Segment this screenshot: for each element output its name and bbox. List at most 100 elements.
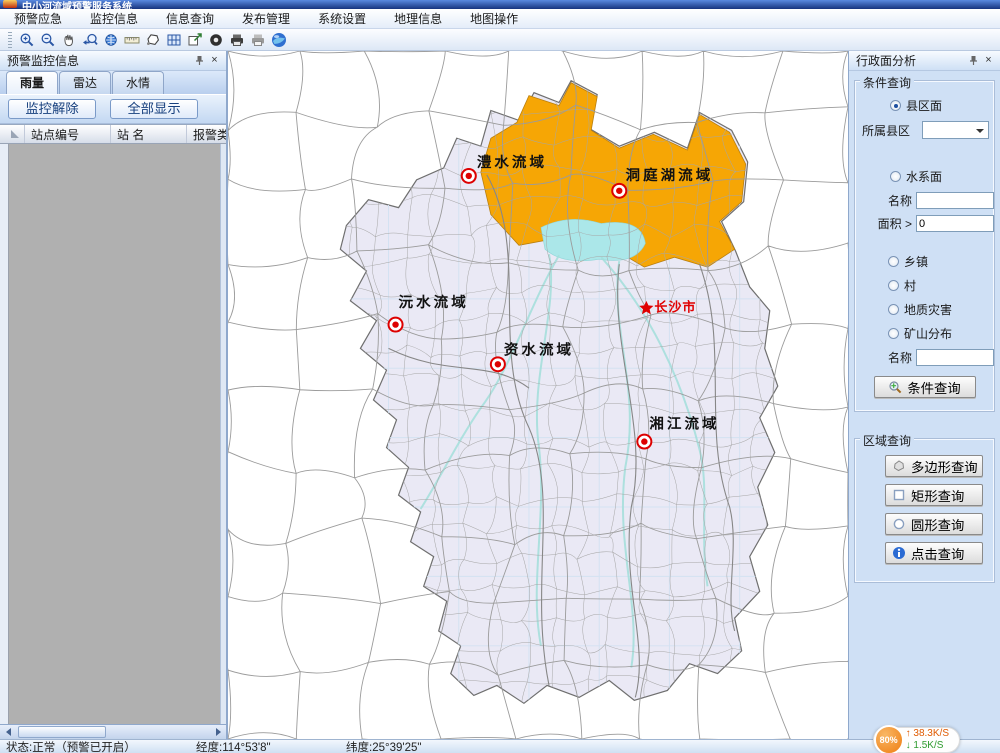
- up-arrow-icon: ↑: [906, 728, 911, 739]
- radio-icon[interactable]: [890, 100, 901, 111]
- station-marker-yuanshui[interactable]: [389, 318, 403, 332]
- water-name-input[interactable]: [916, 192, 994, 209]
- column-header-station-id[interactable]: 站点编号: [25, 125, 111, 143]
- menu-item-info-query[interactable]: 信息查询: [152, 9, 228, 28]
- station-alarm-table: 站点编号 站 名 报警类别: [0, 124, 226, 724]
- station-marker-xiangjiang[interactable]: [637, 435, 651, 449]
- condition-query-button[interactable]: 条件查询: [874, 376, 976, 398]
- radio-icon[interactable]: [888, 256, 899, 267]
- basin-label-zishui: 资水流域: [504, 340, 574, 358]
- menu-item-monitor-info[interactable]: 监控信息: [76, 9, 152, 28]
- row-selector-strip: [0, 144, 9, 724]
- radio-mine-label: 矿山分布: [904, 325, 952, 342]
- web-globe-icon[interactable]: [269, 30, 289, 50]
- nav-globe-icon[interactable]: [101, 30, 121, 50]
- circle-query-button[interactable]: 圆形查询: [885, 513, 983, 535]
- measure-ruler-icon[interactable]: [122, 30, 142, 50]
- radio-icon[interactable]: [888, 280, 899, 291]
- radio-geohazard-label: 地质灾害: [904, 301, 952, 318]
- rectangle-query-button[interactable]: 矩形查询: [885, 484, 983, 506]
- zoom-in-icon[interactable]: [17, 30, 37, 50]
- radio-icon[interactable]: [890, 171, 901, 182]
- pin-icon[interactable]: [192, 54, 207, 68]
- network-speed-widget[interactable]: 80% ↑ 38.3K/S ↓ 1.5K/S: [873, 727, 960, 753]
- latitude-readout: 纬度:25°39'25": [340, 739, 490, 753]
- table-horizontal-scrollbar[interactable]: [0, 724, 226, 739]
- monitor-clear-button[interactable]: 监控解除: [8, 99, 96, 119]
- radio-icon[interactable]: [888, 304, 899, 315]
- admin-analysis-panel: 行政面分析 × 条件查询 县区面 所属县区: [848, 51, 1000, 739]
- area-field-label: 面积 >: [860, 215, 912, 232]
- download-speed: ↓ 1.5K/S: [906, 740, 949, 752]
- name-field-label: 名称: [860, 192, 912, 209]
- condition-query-title: 条件查询: [860, 74, 914, 91]
- print-icon[interactable]: [227, 30, 247, 50]
- scroll-right-arrow[interactable]: [210, 725, 226, 739]
- tab-radar[interactable]: 雷达: [59, 71, 111, 94]
- station-marker-zishui[interactable]: [491, 357, 505, 371]
- click-query-button[interactable]: 点击查询: [885, 542, 983, 564]
- area-value-input[interactable]: [916, 215, 994, 232]
- grid-layers-icon[interactable]: [164, 30, 184, 50]
- county-select[interactable]: [922, 121, 989, 139]
- polygon-icon: [892, 459, 906, 473]
- menu-item-geo-info[interactable]: 地理信息: [380, 9, 456, 28]
- menu-item-map-operation[interactable]: 地图操作: [456, 9, 532, 28]
- window-title: 中小河流域预警服务系统: [22, 2, 132, 9]
- scrollbar-thumb[interactable]: [18, 726, 106, 738]
- pin-icon[interactable]: [966, 54, 981, 68]
- menu-item-warning-response[interactable]: 预警应急: [0, 9, 76, 28]
- row-selector-header[interactable]: [0, 125, 25, 143]
- pan-hand-icon[interactable]: [59, 30, 79, 50]
- radio-mine-distribution[interactable]: 矿山分布: [888, 325, 989, 342]
- radio-town-label: 乡镇: [904, 253, 928, 270]
- radio-village[interactable]: 村: [888, 277, 989, 294]
- toolbar-grip: [8, 32, 12, 48]
- polygon-query-button[interactable]: 多边形查询: [885, 455, 983, 477]
- longitude-readout: 经度:114°53'8": [190, 739, 340, 753]
- scrollbar-track[interactable]: [16, 725, 210, 739]
- export-map-icon[interactable]: [185, 30, 205, 50]
- show-all-button[interactable]: 全部显示: [110, 99, 198, 119]
- zoom-back-icon[interactable]: [80, 30, 100, 50]
- map-canvas[interactable]: 澧水流域 洞庭湖流域 沅水流域 资水流域 湘江流域 长沙市: [228, 51, 848, 739]
- app-window: 中小河流域预警服务系统 预警应急 监控信息 信息查询 发布管理 系统设置 地理信…: [0, 0, 1000, 753]
- station-marker-lishui[interactable]: [462, 169, 476, 183]
- name2-field-label: 名称: [860, 349, 912, 366]
- radio-water-system[interactable]: 水系面: [890, 168, 989, 185]
- menu-item-system-settings[interactable]: 系统设置: [304, 9, 380, 28]
- county-select-label: 所属县区: [862, 122, 918, 139]
- radio-town[interactable]: 乡镇: [888, 253, 989, 270]
- station-marker-dongting[interactable]: [612, 184, 626, 198]
- menu-item-publish-manage[interactable]: 发布管理: [228, 9, 304, 28]
- basin-label-dongting: 洞庭湖流域: [626, 166, 714, 184]
- map-toolbar: [0, 29, 1000, 51]
- radio-icon[interactable]: [888, 328, 899, 339]
- radio-water-label: 水系面: [906, 168, 942, 185]
- print-preview-icon[interactable]: [248, 30, 268, 50]
- record-icon[interactable]: [206, 30, 226, 50]
- close-icon[interactable]: ×: [207, 54, 222, 68]
- tab-water-regime[interactable]: 水情: [112, 71, 164, 94]
- feature-name-input[interactable]: [916, 349, 994, 366]
- condition-query-group: 条件查询 县区面 所属县区 水系面 名称: [855, 81, 994, 411]
- radio-geohazard[interactable]: 地质灾害: [888, 301, 989, 318]
- radio-county-label: 县区面: [906, 97, 942, 114]
- radio-county-area[interactable]: 县区面: [890, 97, 989, 114]
- left-panel-tabs: 雨量 雷达 水情: [0, 71, 226, 94]
- close-icon[interactable]: ×: [981, 54, 996, 68]
- city-label: 长沙市: [654, 300, 696, 315]
- column-header-station-name[interactable]: 站 名: [111, 125, 187, 143]
- table-vertical-scrollbar[interactable]: [220, 144, 226, 724]
- scroll-left-arrow[interactable]: [0, 725, 16, 739]
- column-header-alarm-type[interactable]: 报警类别: [187, 125, 226, 143]
- right-panel-title: 行政面分析: [856, 52, 966, 69]
- cpu-percent-badge[interactable]: 80%: [874, 725, 904, 753]
- search-plus-icon: [888, 380, 902, 394]
- zoom-out-icon[interactable]: [38, 30, 58, 50]
- tab-rainfall[interactable]: 雨量: [6, 71, 58, 94]
- lasso-polygon-icon[interactable]: [143, 30, 163, 50]
- polygon-query-label: 多边形查询: [911, 457, 978, 476]
- map-svg: 澧水流域 洞庭湖流域 沅水流域 资水流域 湘江流域 长沙市: [228, 51, 848, 739]
- basin-label-xiangjiang: 湘江流域: [649, 415, 719, 433]
